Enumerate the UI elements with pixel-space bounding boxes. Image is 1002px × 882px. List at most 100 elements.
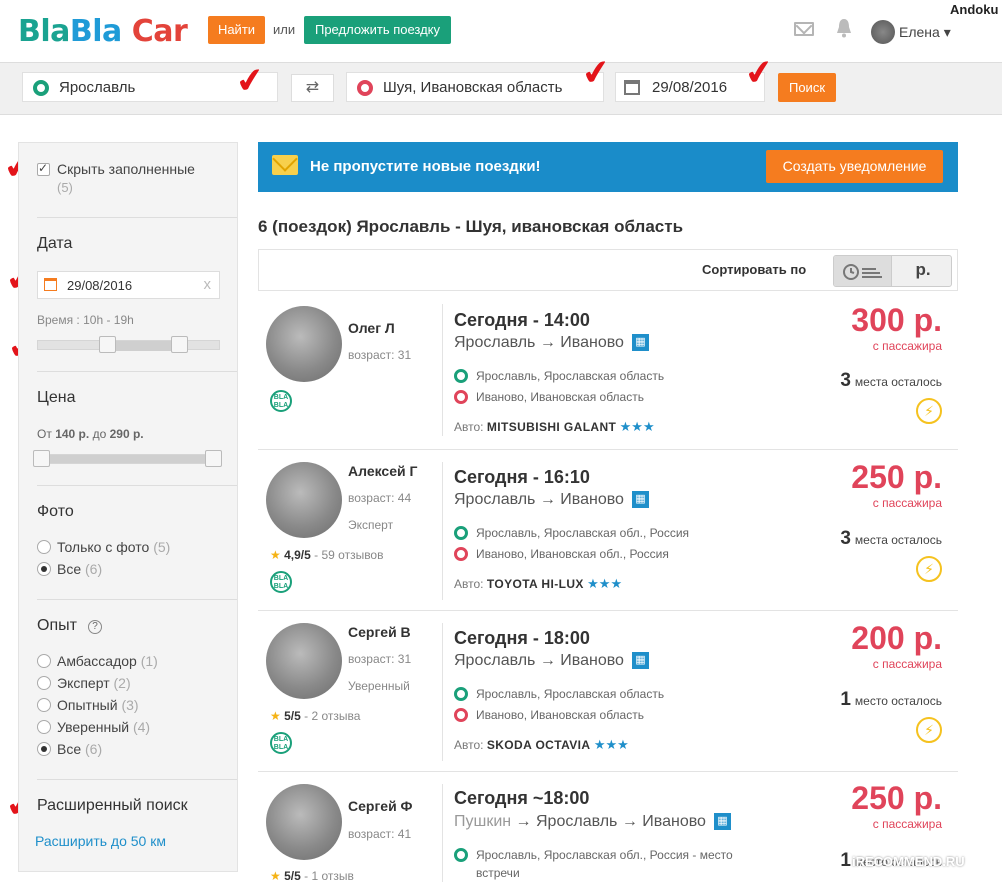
driver-age: возраст: 41: [348, 827, 412, 841]
to-value: Шуя, Ивановская область: [383, 79, 563, 96]
date-filter-input[interactable]: 29/08/2016 x: [37, 271, 220, 299]
experience-option-radio[interactable]: [37, 698, 51, 712]
date-field[interactable]: 29/08/2016: [615, 72, 765, 102]
mail-icon[interactable]: [794, 22, 814, 36]
photo-option-label[interactable]: Только с фото (5): [57, 539, 170, 555]
offer-ride-button[interactable]: Предложить поездку: [304, 16, 451, 44]
price-slider-max-handle[interactable]: [205, 450, 222, 467]
time-range-label: Время : 10h - 19h: [37, 313, 134, 327]
time-slider-range: [108, 341, 180, 351]
find-button[interactable]: Найти: [208, 16, 265, 44]
experience-option-radio[interactable]: [37, 742, 51, 756]
instant-booking-icon: ⚡: [916, 717, 942, 743]
sort-label: Сортировать по: [702, 262, 807, 277]
blabla-badge-icon: BLA BLA: [270, 571, 292, 593]
car-info: Авто: TOYOTA HI-LUX ★★★: [454, 576, 623, 591]
photo-filter-title: Фото: [37, 503, 74, 520]
sort-toggle: р.: [833, 255, 952, 287]
divider: [442, 623, 443, 761]
photo-option-radio[interactable]: [37, 540, 51, 554]
trip-time: Сегодня - 18:00: [454, 628, 590, 648]
hide-full-label[interactable]: Скрыть заполненные: [57, 161, 195, 177]
trip-time: Сегодня ~18:00: [454, 788, 590, 808]
driver-age: возраст: 31: [348, 348, 412, 362]
price-slider[interactable]: [37, 454, 220, 464]
experience-option-radio[interactable]: [37, 654, 51, 668]
user-menu[interactable]: Елена ▾: [899, 24, 951, 41]
time-slider-min-handle[interactable]: [99, 336, 116, 353]
from-value: Ярославль: [59, 79, 136, 96]
trip-route: Ярославль → Иваново ▦: [454, 334, 649, 352]
price-range-to-word: до: [92, 427, 107, 441]
checkmark-annotation-icon: ✔: [742, 52, 777, 94]
driver-name[interactable]: Олег Л: [348, 320, 395, 336]
help-icon[interactable]: ?: [88, 620, 102, 634]
instant-booking-icon: ⚡: [916, 398, 942, 424]
corner-label: Andoku: [950, 2, 999, 17]
photo-option-label[interactable]: Все (6): [57, 561, 102, 577]
swap-button[interactable]: ⇄: [291, 74, 334, 102]
destination-marker-icon: [454, 708, 468, 722]
driver-name[interactable]: Алексей Г: [348, 463, 417, 479]
experience-option-label[interactable]: Все (6): [57, 741, 102, 757]
dropoff-stop: Иваново, Ивановская область: [454, 387, 644, 404]
hide-full-checkbox[interactable]: [37, 161, 50, 176]
origin-marker-icon: [454, 526, 468, 540]
experience-option-radio[interactable]: [37, 720, 51, 734]
bell-icon[interactable]: [836, 18, 852, 38]
divider: [37, 599, 237, 600]
driver-avatar: [266, 306, 342, 382]
bus-icon: ▦: [631, 652, 649, 670]
checkmark-annotation-icon: ✔: [579, 52, 614, 94]
pickup-stop: Ярославль, Ярославская область: [454, 684, 664, 701]
sort-by-price-button[interactable]: р.: [894, 260, 951, 280]
per-passenger-label: с пассажира: [872, 339, 942, 353]
trip-card[interactable]: Алексей Г возраст: 44 Эксперт ★ 4,9/5 - …: [258, 450, 958, 611]
divider: [37, 371, 237, 372]
blabla-badge-icon: BLA BLA: [270, 732, 292, 754]
driver-level: Уверенный: [348, 679, 410, 693]
price-slider-min-handle[interactable]: [33, 450, 50, 467]
trip-time: Сегодня - 14:00: [454, 310, 590, 330]
seats-left: 1 место осталось: [840, 689, 942, 710]
user-avatar[interactable]: [871, 20, 895, 44]
destination-marker-icon: [357, 80, 373, 96]
driver-rating: ★ 5/5 - 1 отзыв: [270, 869, 354, 882]
divider: [442, 784, 443, 882]
blablacar-logo[interactable]: BlaBla Car: [18, 14, 188, 49]
experience-option-label[interactable]: Амбассадор (1): [57, 653, 158, 669]
destination-marker-icon: [454, 547, 468, 561]
seats-left: 3 места осталось: [840, 528, 942, 549]
trip-card[interactable]: Олег Л возраст: 31 BLA BLA Сегодня - 14:0…: [258, 292, 958, 450]
search-button[interactable]: Поиск: [778, 73, 836, 102]
trip-card[interactable]: Сергей В возраст: 31 Уверенный ★ 5/5 - 2…: [258, 611, 958, 772]
comfort-stars-icon: ★★★: [587, 576, 623, 591]
driver-name[interactable]: Сергей Ф: [348, 798, 413, 814]
sort-by-time-button[interactable]: [834, 256, 892, 286]
per-passenger-label: с пассажира: [872, 496, 942, 510]
experience-option-label[interactable]: Эксперт (2): [57, 675, 131, 691]
logo-part-2: Bla: [69, 14, 122, 49]
comfort-stars-icon: ★★★: [619, 419, 655, 434]
to-field[interactable]: Шуя, Ивановская область: [346, 72, 604, 102]
driver-name[interactable]: Сергей В: [348, 624, 411, 640]
driver-avatar: [266, 623, 342, 699]
time-slider-max-handle[interactable]: [171, 336, 188, 353]
photo-option-radio[interactable]: [37, 562, 51, 576]
clear-date-icon[interactable]: x: [204, 276, 212, 293]
swap-arrows-icon: ⇄: [305, 79, 320, 96]
pickup-stop: Ярославль, Ярославская обл., Россия: [454, 523, 689, 540]
extend-radius-link[interactable]: Расширить до 50 км: [35, 833, 166, 849]
experience-option-label[interactable]: Опытный (3): [57, 697, 139, 713]
trip-price: 200 р.: [851, 620, 942, 656]
clock-list-icon: [843, 264, 882, 280]
advanced-search-title: Расширенный поиск: [37, 797, 188, 814]
pickup-stop-continued: встречи: [476, 866, 520, 880]
experience-option-label[interactable]: Уверенный (4): [57, 719, 150, 735]
car-info: Авто: MITSUBISHI GALANT ★★★: [454, 419, 655, 434]
seats-left: 3 места осталось: [840, 370, 942, 391]
create-alert-button[interactable]: Создать уведомление: [766, 150, 943, 183]
dropoff-stop: Иваново, Ивановская область: [454, 705, 644, 722]
experience-option-radio[interactable]: [37, 676, 51, 690]
destination-marker-icon: [454, 390, 468, 404]
